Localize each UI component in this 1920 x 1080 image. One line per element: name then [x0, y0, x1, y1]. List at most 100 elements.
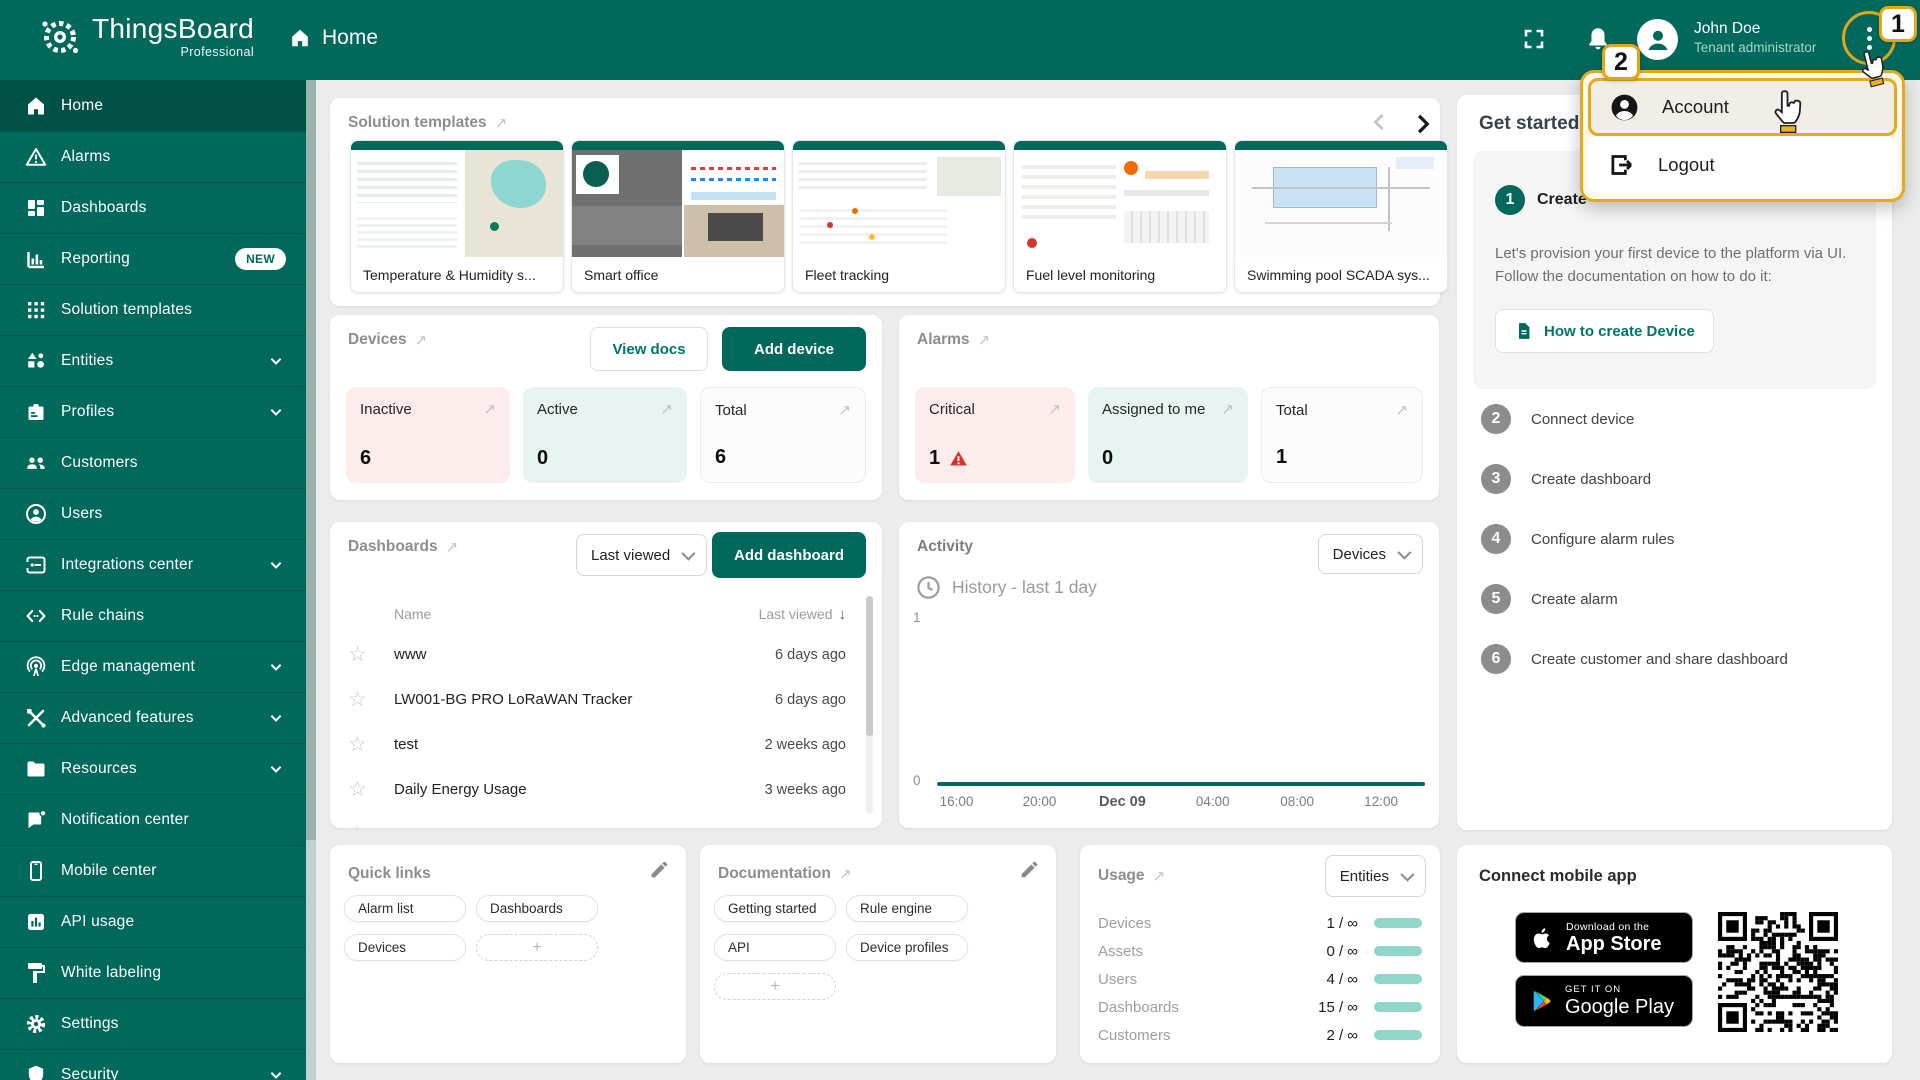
dashboard-last-viewed: 1 month ago [765, 827, 846, 829]
quick-link-chip-devices[interactable]: Devices [344, 934, 466, 961]
app-store-badge[interactable]: Download on the App Store [1515, 912, 1693, 963]
star-icon[interactable]: ☆ [348, 779, 372, 800]
sidebar-item-edge-management[interactable]: Edge management [0, 641, 306, 692]
sidebar-item-alarms[interactable]: Alarms [0, 131, 306, 182]
history-range[interactable]: History - last 1 day [915, 574, 1097, 601]
google-play-label: Google Play [1565, 996, 1674, 1018]
view-docs-button[interactable]: View docs [590, 327, 708, 371]
dashboard-last-viewed: 6 days ago [775, 692, 846, 708]
edit-quick-links-button[interactable] [649, 859, 670, 880]
column-header-name[interactable]: Name [394, 606, 431, 622]
open-link-icon[interactable]: ↗ [495, 114, 508, 132]
step-1-title: Create [1537, 191, 1587, 209]
get-started-step-3[interactable]: 3 Create dashboard [1481, 449, 1876, 509]
sidebar-item-white-labeling[interactable]: White labeling [0, 947, 306, 998]
y-axis-max: 1 [913, 610, 921, 625]
add-chip-button[interactable]: + [714, 973, 836, 1000]
edit-documentation-button[interactable] [1019, 859, 1040, 880]
quick-link-chip-dashboards[interactable]: Dashboards [476, 895, 598, 922]
sidebar-item-reporting[interactable]: Reporting NEW [0, 233, 306, 284]
column-header-last-viewed[interactable]: Last viewed↓ [759, 606, 846, 623]
profiles-icon [24, 400, 48, 424]
document-icon [1514, 321, 1534, 341]
usage-entity-select[interactable]: Entities [1325, 855, 1426, 897]
logout-icon [1606, 150, 1636, 180]
alarms-tile-assigned-to-me[interactable]: Assigned to me↗ 0 [1088, 387, 1248, 483]
user-info[interactable]: John Doe Tenant administrator [1694, 19, 1816, 57]
sidebar-item-users[interactable]: Users [0, 488, 306, 539]
sidebar-item-security[interactable]: Security [0, 1049, 306, 1080]
open-link-icon[interactable]: ↗ [839, 865, 852, 883]
sidebar-item-settings[interactable]: Settings [0, 998, 306, 1049]
tile-value: 1 [1276, 446, 1408, 469]
sidebar-item-rule-chains[interactable]: Rule chains [0, 590, 306, 641]
list-scrollbar[interactable] [866, 596, 873, 814]
star-icon[interactable]: ☆ [348, 689, 372, 710]
google-play-badge[interactable]: GET IT ON Google Play [1515, 975, 1693, 1027]
sidebar-item-dashboards[interactable]: Dashboards [0, 182, 306, 233]
sidebar-item-home[interactable]: Home [0, 80, 306, 131]
quick-link-chip-rule-engine[interactable]: Rule engine [846, 895, 968, 922]
how-to-create-device-button[interactable]: How to create Device [1495, 309, 1714, 353]
alarms-tile-total[interactable]: Total↗ 1 [1261, 387, 1423, 483]
get-started-step-2[interactable]: 2 Connect device [1481, 389, 1876, 449]
sidebar-item-advanced-features[interactable]: Advanced features [0, 692, 306, 743]
menu-item-account[interactable]: Account [1588, 78, 1897, 136]
add-device-button[interactable]: Add device [722, 327, 866, 371]
open-link-icon[interactable]: ↗ [1153, 867, 1166, 885]
get-started-step-5[interactable]: 5 Create alarm [1481, 569, 1876, 629]
activity-entity-select[interactable]: Devices [1318, 534, 1423, 574]
more-menu-button[interactable] [1867, 27, 1872, 50]
dashboard-row[interactable]: ☆ Temperature Monitoring 1 month ago [330, 812, 882, 828]
sidebar-scrollbar[interactable] [306, 80, 316, 1080]
devices-tile-inactive[interactable]: Inactive↗ 6 [346, 387, 510, 483]
usage-row-customers: Customers 2 / ∞ [1098, 1021, 1422, 1049]
avatar[interactable] [1637, 19, 1678, 60]
x-axis-tick: 20:00 [1023, 794, 1057, 809]
sort-select[interactable]: Last viewed [576, 534, 707, 576]
get-started-step-6[interactable]: 6 Create customer and share dashboard [1481, 629, 1876, 689]
sidebar-item-solution-templates[interactable]: Solution templates [0, 284, 306, 335]
quick-link-chip-getting-started[interactable]: Getting started [714, 895, 836, 922]
sidebar-item-api-usage[interactable]: API usage [0, 896, 306, 947]
sidebar-item-integrations-center[interactable]: Integrations center [0, 539, 306, 590]
usage-title: Usage [1098, 867, 1145, 885]
solution-template-card-fuel-level-monitoring[interactable]: Fuel level monitoring [1013, 140, 1227, 293]
dashboard-row[interactable]: ☆ LW001-BG PRO LoRaWAN Tracker 6 days ag… [330, 677, 882, 722]
solution-template-card-swimming-pool-scada-sys[interactable]: Swimming pool SCADA sys... [1234, 140, 1448, 293]
carousel-prev-button[interactable] [1368, 110, 1392, 134]
dashboard-row[interactable]: ☆ www 6 days ago [330, 632, 882, 677]
star-icon[interactable]: ☆ [348, 824, 372, 828]
sidebar-item-entities[interactable]: Entities [0, 335, 306, 386]
sidebar-item-notification-center[interactable]: Notification center [0, 794, 306, 845]
sidebar-item-profiles[interactable]: Profiles [0, 386, 306, 437]
sidebar-item-resources[interactable]: Resources [0, 743, 306, 794]
sidebar-item-mobile-center[interactable]: Mobile center [0, 845, 306, 896]
alarms-tile-critical[interactable]: Critical↗ 1 [915, 387, 1075, 483]
star-icon[interactable]: ☆ [348, 644, 372, 665]
solution-template-card-fleet-tracking[interactable]: Fleet tracking [792, 140, 1006, 293]
open-link-icon[interactable]: ↗ [446, 538, 459, 556]
usage-row-dashboards: Dashboards 15 / ∞ [1098, 993, 1422, 1021]
dashboard-row[interactable]: ☆ Daily Energy Usage 3 weeks ago [330, 767, 882, 812]
usage-label: Users [1098, 971, 1284, 988]
carousel-next-button[interactable] [1408, 110, 1436, 138]
get-started-step-4[interactable]: 4 Configure alarm rules [1481, 509, 1876, 569]
fullscreen-button[interactable] [1522, 27, 1546, 51]
devices-tile-active[interactable]: Active↗ 0 [523, 387, 687, 483]
thingsboard-logo[interactable]: ThingsBoard Professional [38, 14, 254, 59]
quick-link-chip-alarm-list[interactable]: Alarm list [344, 895, 466, 922]
sidebar-item-customers[interactable]: Customers [0, 437, 306, 488]
solution-template-card-smart-office[interactable]: Smart office [571, 140, 785, 293]
open-link-icon[interactable]: ↗ [978, 331, 991, 349]
add-chip-button[interactable]: + [476, 934, 598, 961]
open-link-icon[interactable]: ↗ [415, 331, 428, 349]
quick-link-chip-api[interactable]: API [714, 934, 836, 961]
star-icon[interactable]: ☆ [348, 734, 372, 755]
quick-link-chip-device-profiles[interactable]: Device profiles [846, 934, 968, 961]
devices-tile-total[interactable]: Total↗ 6 [700, 387, 866, 483]
add-dashboard-button[interactable]: Add dashboard [712, 532, 866, 578]
menu-item-logout[interactable]: Logout [1588, 136, 1897, 194]
solution-template-card-temperature-humidity-s[interactable]: Temperature & Humidity s... [350, 140, 564, 293]
dashboard-row[interactable]: ☆ test 2 weeks ago [330, 722, 882, 767]
